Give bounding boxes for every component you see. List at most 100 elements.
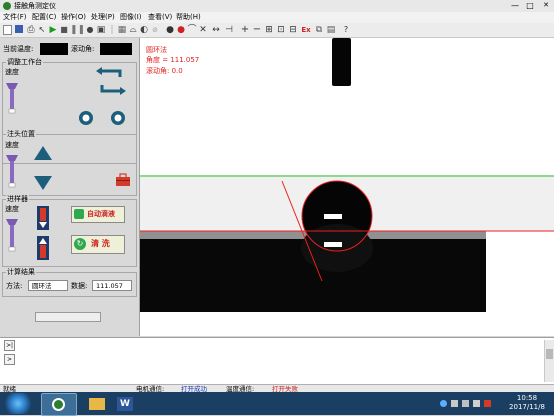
ellipse-fit-icon[interactable]: ⊘ xyxy=(150,25,160,35)
worktable-speed-label: 速度 xyxy=(5,68,19,76)
menu-view[interactable]: 查看(V) xyxy=(148,12,172,23)
new-icon[interactable] xyxy=(3,25,12,35)
menu-help[interactable]: 帮助(H) xyxy=(176,12,201,23)
drop-highlight-top xyxy=(324,214,342,219)
fit-icon[interactable]: + xyxy=(240,25,250,35)
circle-fit-icon[interactable]: ◐ xyxy=(139,25,149,35)
clock-date: 2017/11/8 xyxy=(509,403,545,411)
volume-icon[interactable] xyxy=(473,400,480,407)
worktable-title: 调整工作台 xyxy=(6,58,43,66)
roll-angle-display xyxy=(100,43,132,55)
minimize-button[interactable]: — xyxy=(508,0,522,11)
log-panel: >| > xyxy=(0,337,554,385)
log-scrollbar[interactable] xyxy=(544,340,554,382)
question-icon[interactable]: ? xyxy=(341,25,351,35)
line-icon[interactable]: ✕ xyxy=(198,25,208,35)
help-tray-icon[interactable] xyxy=(440,400,447,407)
tangent-icon[interactable]: ● xyxy=(165,25,175,35)
toolbox-icon[interactable] xyxy=(115,173,131,187)
taskbar-word[interactable]: W xyxy=(115,393,135,414)
inject-down-button[interactable] xyxy=(37,236,49,260)
needle-down-button[interactable] xyxy=(34,176,52,190)
rotate-buttons xyxy=(79,111,125,125)
camera-icon[interactable]: ▣ xyxy=(96,25,106,35)
alert-icon[interactable] xyxy=(484,400,491,407)
menu-process[interactable]: 处理(P) xyxy=(91,12,115,23)
plus-icon[interactable]: ↔ xyxy=(211,25,221,35)
injector-speed-slider[interactable] xyxy=(5,216,19,258)
menu-image[interactable]: 图像(I) xyxy=(120,12,142,23)
start-button[interactable] xyxy=(2,393,34,414)
stop-icon[interactable]: ■ xyxy=(59,25,69,35)
excel-icon[interactable]: Ex xyxy=(301,25,311,35)
record-icon[interactable]: ● xyxy=(85,25,95,35)
clock-time: 10:58 xyxy=(516,394,538,402)
play-icon[interactable]: ▶ xyxy=(48,25,58,35)
gray-icon[interactable]: ▦ xyxy=(117,25,127,35)
menu-config[interactable]: 配置(C) xyxy=(32,12,56,23)
needle-speed-slider[interactable] xyxy=(5,152,19,192)
clean-button[interactable]: ↻ 清 洗 xyxy=(71,235,125,254)
minus-icon[interactable]: ⊣ xyxy=(224,25,234,35)
data-field: 111.057 xyxy=(92,280,132,291)
expand-icon[interactable]: ⊞ xyxy=(264,25,274,35)
inject-up-button[interactable] xyxy=(37,206,49,230)
help-icon[interactable]: ▤ xyxy=(326,25,336,35)
folder-icon xyxy=(89,398,105,410)
injector-title: 进样器 xyxy=(6,195,29,203)
roll-angle-label: 滚动角: xyxy=(71,45,95,53)
network-icon[interactable] xyxy=(462,400,469,407)
clock[interactable]: 10:58 2017/11/8 xyxy=(502,394,552,412)
grid-icon[interactable]: ⊟ xyxy=(288,25,298,35)
app-icon xyxy=(52,398,65,411)
scroll-thumb[interactable] xyxy=(546,349,553,359)
temperature-display xyxy=(40,43,68,55)
drop-image xyxy=(140,38,554,312)
needle xyxy=(332,38,351,86)
progress-bar xyxy=(35,312,101,322)
width-icon[interactable]: ● xyxy=(176,25,186,35)
app-icon xyxy=(3,2,11,10)
pointer-icon[interactable]: ↖ xyxy=(37,25,47,35)
injector-speed-label: 速度 xyxy=(5,205,19,213)
menu-file[interactable]: 文件(F) xyxy=(3,12,27,23)
step-forward-button[interactable]: >| xyxy=(4,340,15,351)
close-button[interactable]: ✕ xyxy=(539,0,553,11)
freeze-icon[interactable]: | xyxy=(107,25,117,35)
speed-slider[interactable] xyxy=(5,80,19,120)
pause-icon[interactable]: ❚❚ xyxy=(70,25,85,35)
tilt-arrows-icon[interactable] xyxy=(96,65,126,99)
method-field: 圆环法 xyxy=(28,280,68,291)
print-icon[interactable]: ⎙ xyxy=(26,25,36,35)
needle-up-button[interactable] xyxy=(34,146,52,160)
shrink-icon[interactable]: ⊡ xyxy=(276,25,286,35)
data-label: 数据: xyxy=(71,282,88,290)
copy-icon[interactable]: ⧉ xyxy=(314,25,324,35)
taskbar-explorer[interactable] xyxy=(80,393,114,414)
maximize-button[interactable]: □ xyxy=(523,0,537,11)
next-button[interactable]: > xyxy=(4,354,15,365)
needle-speed-label: 速度 xyxy=(5,141,19,149)
method-label: 方法: xyxy=(6,282,23,290)
auto-drop-button[interactable]: 自动滴液 xyxy=(71,206,125,223)
drop-highlight-bottom xyxy=(324,242,342,247)
result-title: 计算结果 xyxy=(6,268,36,276)
height-icon[interactable]: ⌒ xyxy=(187,25,197,35)
menu-operate[interactable]: 操作(O) xyxy=(61,12,86,23)
control-panel: 当前温度: 滚动角: 调整工作台 速度 注头位置 速度 进样器 速度 自动滴液 … xyxy=(0,38,140,336)
injector-buttons xyxy=(37,206,49,260)
refresh-icon: ↻ xyxy=(74,238,86,250)
toolbar: ⎙ ↖ ▶ ■ ❚❚ ● ▣ | ▦ ⌓ ◐ ⊘ ● ● ⌒ ✕ ↔ ⊣ + −… xyxy=(0,23,554,38)
taskbar-app-contact-angle[interactable] xyxy=(41,393,77,416)
drop-icon[interactable]: ⌓ xyxy=(128,25,138,35)
needle-title: 注头位置 xyxy=(6,130,36,138)
save-icon[interactable] xyxy=(15,25,23,33)
camera-view[interactable]: 圆环法 角度 = 111.057 滚动角: 0.0 xyxy=(140,38,554,336)
menu-bar: 文件(F) 配置(C) 操作(O) 处理(P) 图像(I) 查看(V) 帮助(H… xyxy=(0,12,554,23)
tray-icon[interactable] xyxy=(451,400,458,407)
auto-drop-icon xyxy=(74,209,84,219)
word-icon: W xyxy=(117,397,133,411)
window-title: 接触角测定仪 xyxy=(14,2,56,10)
zoom-icon[interactable]: − xyxy=(252,25,262,35)
auto-drop-label: 自动滴液 xyxy=(87,210,115,218)
